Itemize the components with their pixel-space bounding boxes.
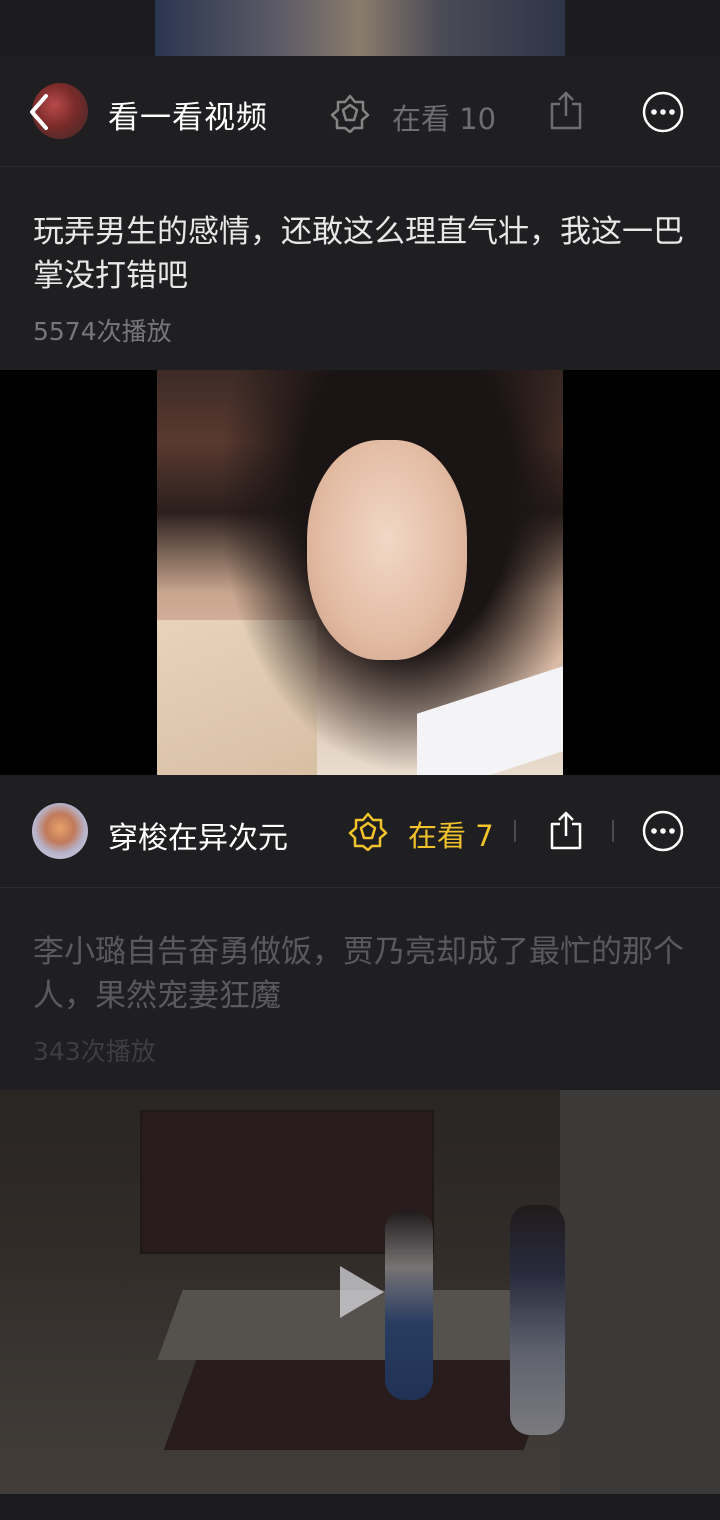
video-thumbnail[interactable] — [0, 1090, 720, 1494]
back-chevron-icon[interactable] — [24, 92, 54, 132]
divider — [612, 820, 614, 842]
play-count: 5574次播放 — [33, 317, 172, 346]
more-options-icon[interactable] — [642, 810, 684, 852]
previous-video-thumbnail[interactable] — [155, 0, 565, 56]
header-bar: 看一看视频 在看 10 — [0, 56, 720, 167]
watching-badge-icon[interactable] — [330, 93, 370, 133]
video-scene-face — [307, 440, 467, 660]
page-title: 看一看视频 — [108, 100, 268, 136]
author-avatar[interactable] — [32, 803, 88, 859]
video-frame[interactable] — [157, 370, 563, 775]
watching-badge-icon[interactable] — [348, 811, 388, 851]
previous-video-strip — [0, 0, 720, 56]
bottom-strip — [0, 1494, 720, 1520]
author-row: 穿梭在异次元 在看 7 — [0, 775, 720, 888]
share-icon[interactable] — [548, 90, 584, 130]
video-feed-page: 看一看视频 在看 10 玩弄男生的感情，还敢这么理直气壮，我这一巴掌没打错吧 5… — [0, 0, 720, 1520]
play-icon[interactable] — [336, 1262, 388, 1322]
play-count: 343次播放 — [33, 1037, 156, 1066]
more-options-icon[interactable] — [642, 91, 684, 133]
share-icon[interactable] — [548, 810, 584, 850]
video-title[interactable]: 李小璐自告奋勇做饭，贾乃亮却成了最忙的那个人，果然宠妻狂魔 — [33, 930, 693, 1018]
header-watching-count[interactable]: 在看 10 — [392, 96, 496, 138]
author-name[interactable]: 穿梭在异次元 — [108, 813, 288, 857]
divider — [514, 820, 516, 842]
author-watching-count[interactable]: 在看 7 — [408, 813, 494, 855]
video-player[interactable] — [0, 370, 720, 775]
video-title[interactable]: 玩弄男生的感情，还敢这么理直气壮，我这一巴掌没打错吧 — [33, 210, 693, 298]
